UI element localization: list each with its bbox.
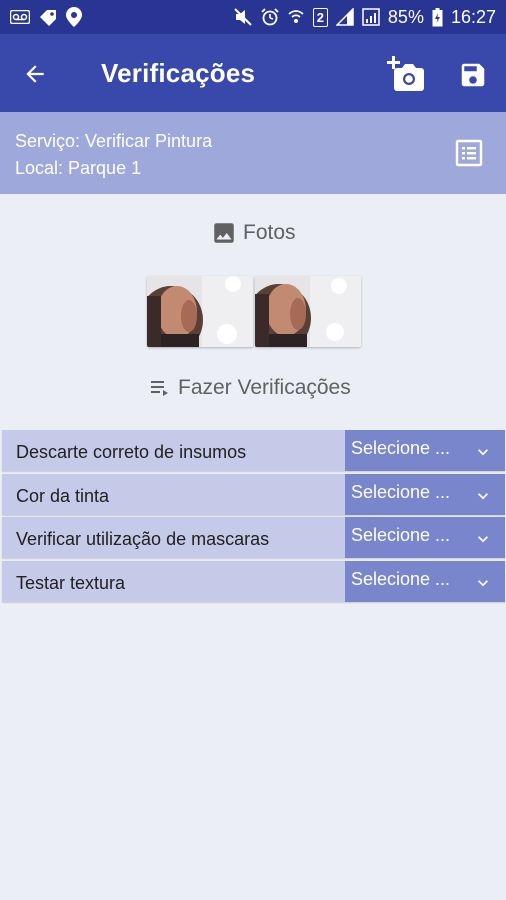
verification-label: Cor da tinta <box>16 485 110 506</box>
save-button[interactable] <box>456 58 490 92</box>
chevron-down-icon <box>478 579 488 586</box>
photo-image-1 <box>147 276 253 347</box>
details-list-button[interactable] <box>454 138 484 168</box>
service-info-panel: Serviço: Verificar Pintura Local: Parque… <box>0 112 506 194</box>
photos-section-title: Fotos <box>211 220 296 246</box>
verification-row: Descarte correto de insumos Selecione ..… <box>2 430 505 471</box>
verification-row: Cor da tinta Selecione ... <box>2 473 505 515</box>
verification-label: Descarte correto de insumos <box>16 442 247 462</box>
tag-icon <box>40 10 56 26</box>
verification-select[interactable]: Selecione ... <box>345 517 505 558</box>
service-label: Serviço: Verificar Pintura <box>15 131 213 151</box>
list-alt-icon <box>455 139 483 167</box>
verification-list: Descarte correto de insumos Selecione ..… <box>2 430 505 604</box>
system-icons: 2 85% 16:27 <box>233 7 496 28</box>
location-label: Local: Parque 1 <box>15 158 142 178</box>
page-title: Verificações <box>101 58 256 88</box>
select-value: Selecione ... <box>351 481 451 502</box>
select-value: Selecione ... <box>351 568 451 589</box>
verifications-section-title: Fazer Verificações <box>148 376 351 400</box>
signal-icon <box>335 8 354 26</box>
back-button[interactable] <box>20 59 50 89</box>
sim-badge: 2 <box>312 7 328 27</box>
verification-select[interactable]: Selecione ... <box>345 430 505 471</box>
photo-image-2 <box>255 276 361 347</box>
arrow-back-icon <box>26 65 44 83</box>
add-a-photo-icon <box>387 56 424 91</box>
location-pin-icon <box>66 7 82 27</box>
verification-label: Verificar utilização de mascaras <box>16 529 270 549</box>
save-icon <box>461 63 485 87</box>
verification-row: Testar textura Selecione ... <box>2 560 505 602</box>
select-value: Selecione ... <box>351 438 451 458</box>
chevron-down-icon <box>478 492 488 499</box>
battery-percent: 85% <box>387 6 424 27</box>
verification-row: Verificar utilização de mascaras Selecio… <box>2 517 505 558</box>
chevron-down-icon <box>478 536 488 543</box>
verification-select[interactable]: Selecione ... <box>345 560 505 602</box>
add-photo-button[interactable] <box>386 56 426 92</box>
verification-select[interactable]: Selecione ... <box>345 473 505 515</box>
select-value: Selecione ... <box>351 525 451 545</box>
wifi-icon <box>288 10 304 23</box>
clock: 16:27 <box>450 6 496 27</box>
notification-icons <box>10 7 82 27</box>
image-icon <box>214 223 234 243</box>
status-bar: 2 85% 16:27 <box>0 0 506 34</box>
chevron-down-icon <box>478 449 488 456</box>
verifications-title-text: Fazer Verificações <box>178 376 351 399</box>
playlist-icon <box>151 381 168 396</box>
voicemail-icon <box>10 10 30 24</box>
mute-icon <box>234 8 252 26</box>
verification-label: Testar textura <box>16 572 126 593</box>
photo-thumbnail-2[interactable] <box>255 276 361 347</box>
alarm-icon <box>261 8 279 26</box>
battery-charging-icon <box>432 7 443 26</box>
photo-thumbnail-1[interactable] <box>147 276 253 347</box>
app-bar: Verificações <box>0 34 506 112</box>
photos-title-text: Fotos <box>243 221 296 244</box>
signal-icon-2 <box>362 8 380 26</box>
